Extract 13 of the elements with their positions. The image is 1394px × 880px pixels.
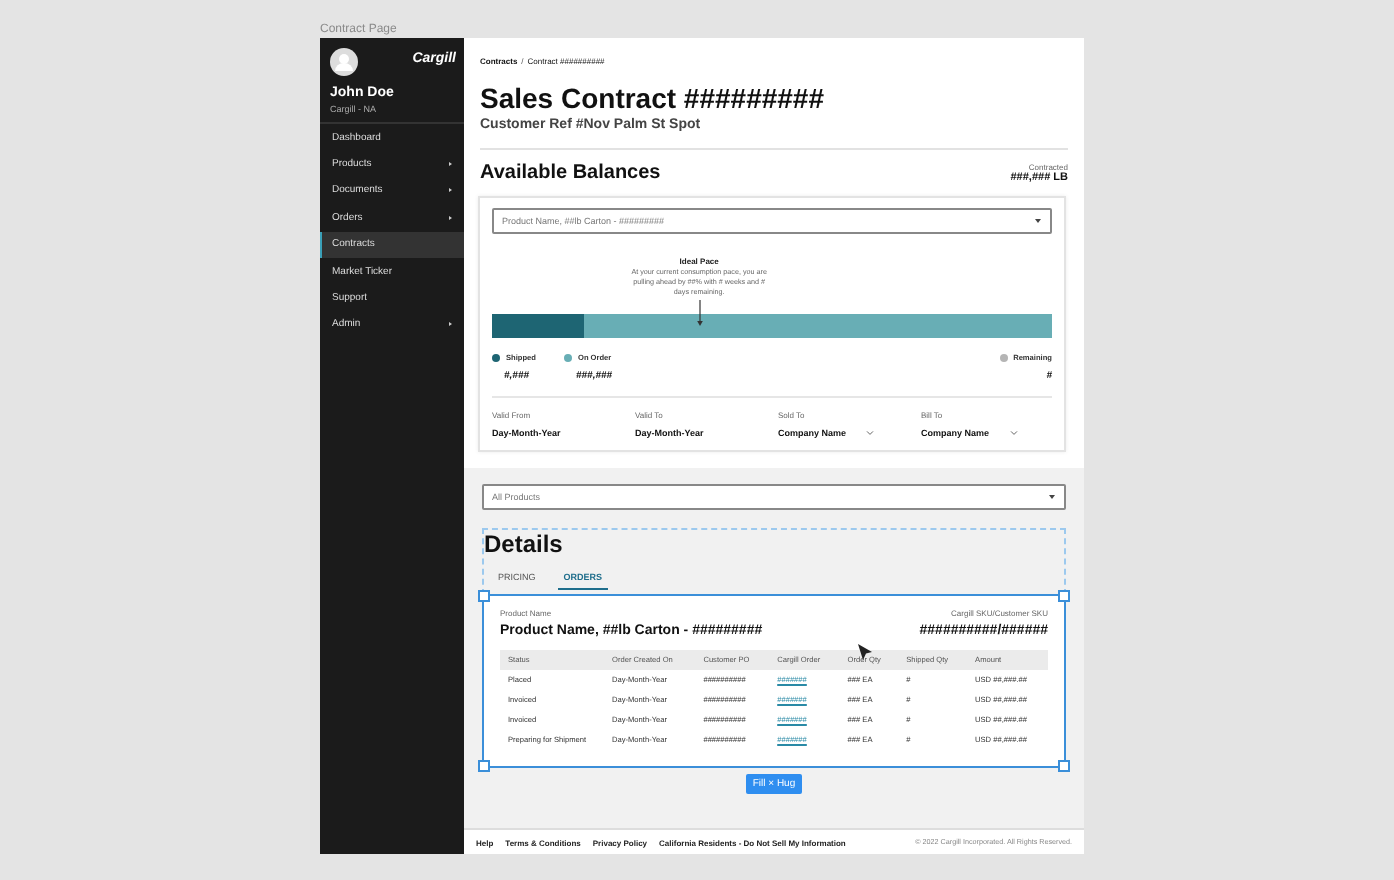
- chevron-down-icon[interactable]: [866, 430, 875, 436]
- resize-handle[interactable]: [1058, 760, 1070, 772]
- avatar-icon: [330, 48, 358, 76]
- chevron-down-icon[interactable]: [1009, 430, 1018, 436]
- resize-handle[interactable]: [1058, 590, 1070, 602]
- pace-marker-icon: [695, 300, 704, 328]
- caret-down-icon[interactable]: [1034, 218, 1042, 224]
- resize-handle[interactable]: [478, 590, 490, 602]
- page-title: Sales Contract #########: [480, 82, 826, 114]
- resize-handle[interactable]: [478, 760, 490, 772]
- section-heading: Available Balances: [480, 162, 661, 184]
- details-heading: Details: [484, 530, 565, 558]
- caret-down-icon[interactable]: [1048, 494, 1056, 500]
